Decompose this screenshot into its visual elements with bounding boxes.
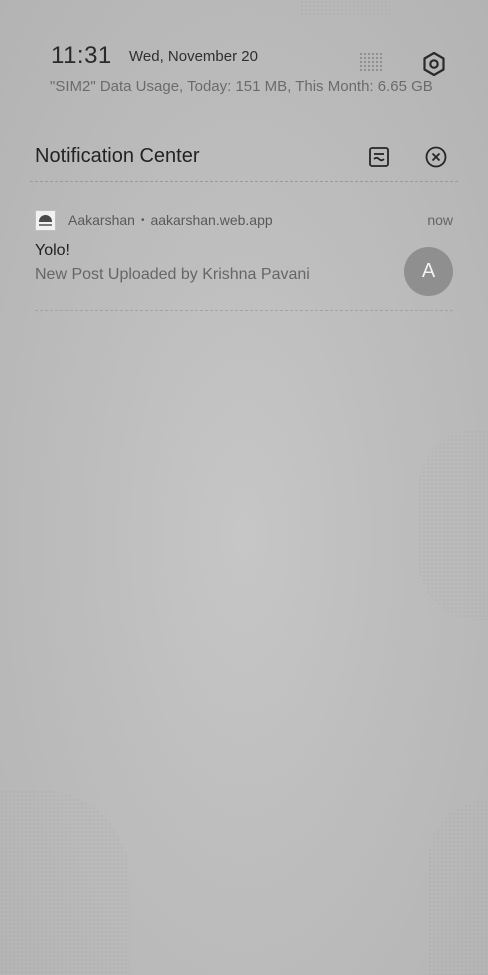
notification-body: New Post Uploaded by Krishna Pavani bbox=[35, 266, 310, 283]
notification-title: Yolo! bbox=[35, 242, 70, 259]
app-logo-icon bbox=[35, 210, 56, 231]
background-texture bbox=[428, 800, 488, 975]
data-usage-text: "SIM2" Data Usage, Today: 151 MB, This M… bbox=[50, 78, 433, 95]
avatar: A bbox=[404, 247, 453, 296]
settings-gear-icon[interactable] bbox=[421, 51, 447, 77]
divider bbox=[30, 181, 458, 182]
manage-notifications-icon[interactable] bbox=[367, 145, 391, 169]
background-texture bbox=[418, 430, 488, 620]
divider bbox=[35, 310, 453, 311]
clock[interactable]: 11:31 bbox=[51, 42, 112, 70]
notification-card[interactable]: Aakarshan • aakarshan.web.app now Yolo! Ne… bbox=[35, 206, 453, 306]
clear-all-icon[interactable] bbox=[424, 145, 448, 169]
notification-meta: Aakarshan • aakarshan.web.app bbox=[68, 212, 273, 228]
notification-time: now bbox=[427, 212, 453, 228]
app-name: Aakarshan bbox=[68, 212, 135, 228]
background-texture bbox=[0, 790, 130, 975]
dotted-grid-icon[interactable] bbox=[359, 52, 383, 72]
app-source: aakarshan.web.app bbox=[150, 212, 273, 228]
notification-center-title: Notification Center bbox=[35, 145, 200, 167]
separator-dot: • bbox=[140, 215, 145, 226]
background-texture bbox=[300, 0, 390, 16]
status-row: 11:31 Wed, November 20 bbox=[51, 42, 461, 77]
date[interactable]: Wed, November 20 bbox=[129, 48, 258, 65]
